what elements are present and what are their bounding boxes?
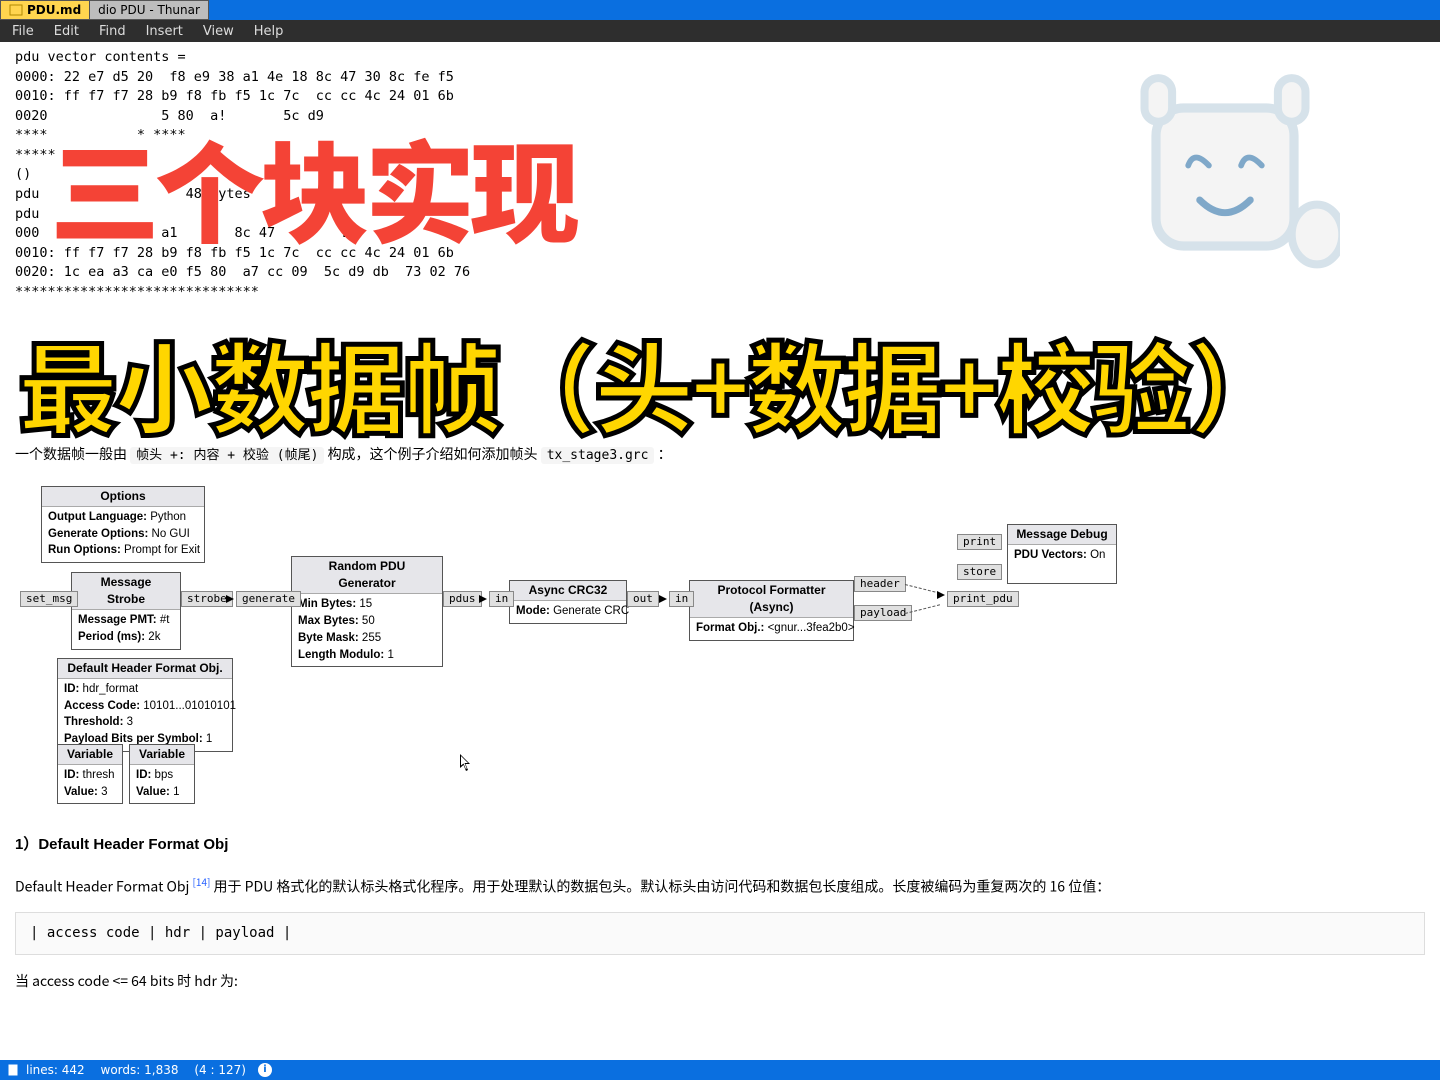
titlebar: PDU.md dio PDU - Thunar (0, 0, 1440, 20)
menu-find[interactable]: Find (91, 22, 134, 41)
port-debug-print[interactable]: print (957, 534, 1002, 550)
overlay-text-yellow: 最小数据帧（头+数据+校验） (18, 310, 1284, 455)
menu-help[interactable]: Help (246, 22, 292, 41)
block-async-crc32[interactable]: Async CRC32 Mode: Generate CRC (509, 580, 627, 624)
port-generate[interactable]: generate (236, 591, 301, 607)
section-heading-1: 1）Default Header Format Obj (15, 834, 1425, 856)
port-debug-store[interactable]: store (957, 564, 1002, 580)
port-pdus[interactable]: pdus (443, 591, 482, 607)
block-message-strobe[interactable]: Message Strobe Message PMT: #t Period (m… (71, 572, 181, 650)
block-options[interactable]: Options Output Language: Python Generate… (41, 486, 205, 563)
tab-pdu-md[interactable]: PDU.md (0, 0, 90, 20)
section1-paragraph: Default Header Format Obj [14] 用于 PDU 格式… (15, 871, 1425, 900)
menu-file[interactable]: File (4, 22, 42, 41)
code-inline-frame: 帧头 +: 内容 + 校验 (帧尾) (130, 447, 324, 464)
port-crc-in[interactable]: in (489, 591, 514, 607)
status-words: words: 1,838 (101, 1063, 179, 1077)
block-default-header[interactable]: Default Header Format Obj. ID: hdr_forma… (57, 658, 233, 752)
flowgraph: Options Output Language: Python Generate… (15, 486, 1425, 826)
block-message-debug[interactable]: Message Debug PDU Vectors: On (1007, 524, 1117, 585)
code-inline-grc: tx_stage3.grc (541, 447, 655, 464)
menu-edit[interactable]: Edit (46, 22, 87, 41)
port-fmt-in[interactable]: in (669, 591, 694, 607)
block-random-pdu[interactable]: Random PDU Generator Min Bytes: 15 Max B… (291, 556, 443, 667)
status-pos: (4 : 127) (194, 1063, 246, 1077)
doc-icon (6, 1063, 20, 1077)
menubar: File Edit Find Insert View Help (0, 20, 1440, 42)
status-bar: lines: 442 words: 1,838 (4 : 127) i (0, 1060, 1440, 1080)
info-icon[interactable]: i (258, 1063, 272, 1077)
block-var-thresh[interactable]: Variable ID: thresh Value: 3 (57, 744, 123, 805)
intro-paragraph: 一个数据帧一般由 帧头 +: 内容 + 校验 (帧尾) 构成，这个例子介绍如何添… (15, 442, 1425, 467)
port-set-msg[interactable]: set_msg (20, 591, 78, 607)
footnote-link[interactable]: [14] (193, 874, 211, 889)
editor-area[interactable]: pdu vector contents = 0000: 22 e7 d5 20 … (0, 42, 1440, 1040)
port-fmt-header[interactable]: header (854, 576, 906, 592)
port-strobe[interactable]: strobe (181, 591, 233, 607)
mascot-image (1110, 62, 1340, 292)
menu-view[interactable]: View (195, 22, 242, 41)
port-crc-out[interactable]: out (627, 591, 659, 607)
tab-thunar[interactable]: dio PDU - Thunar (89, 0, 209, 20)
code-block-frame-layout: | access code | hdr | payload | (15, 912, 1425, 954)
status-lines: lines: 442 (26, 1063, 85, 1077)
section1-paragraph-2: 当 access code <= 64 bits 时 hdr 为: (15, 969, 1425, 994)
port-debug-print-pdu[interactable]: print_pdu (947, 591, 1019, 607)
menu-insert[interactable]: Insert (138, 22, 191, 41)
port-fmt-payload[interactable]: payload (854, 605, 912, 621)
block-var-bps[interactable]: Variable ID: bps Value: 1 (129, 744, 195, 805)
block-protocol-formatter[interactable]: Protocol Formatter (Async) Format Obj.: … (689, 580, 854, 641)
